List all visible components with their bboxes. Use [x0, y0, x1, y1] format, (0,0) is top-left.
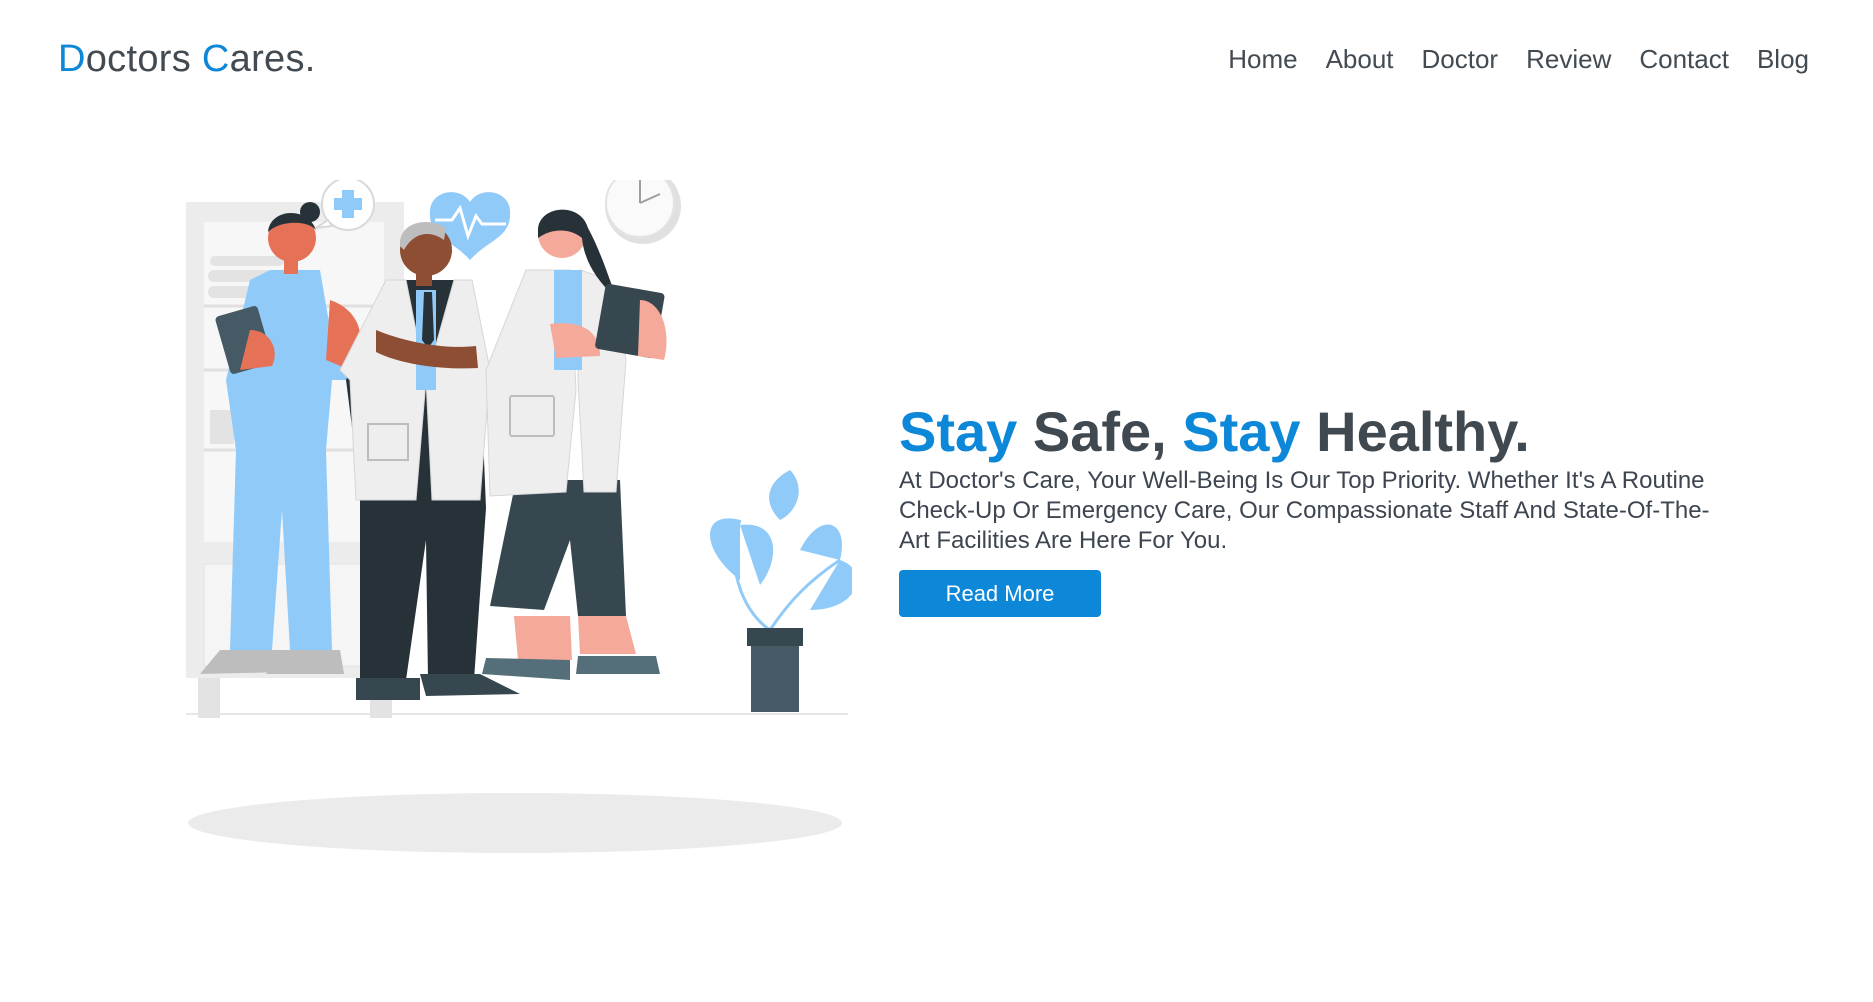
nav-link-contact[interactable]: Contact: [1639, 44, 1729, 75]
read-more-button[interactable]: Read More: [899, 570, 1101, 617]
nav-link-review[interactable]: Review: [1526, 44, 1611, 75]
logo-text-part1: octors: [85, 38, 202, 80]
nav-link-about[interactable]: About: [1326, 44, 1394, 75]
clock-icon: [605, 180, 681, 244]
doctors-illustration: [186, 180, 852, 853]
female-doctor-figure: [482, 209, 667, 680]
navbar: Doctors Cares. Home About Doctor Review …: [0, 0, 1873, 120]
logo-letter-d: D: [58, 38, 86, 80]
hero-description: At Doctor's Care, Your Well-Being Is Our…: [899, 467, 1710, 554]
nav-link-doctor[interactable]: Doctor: [1422, 44, 1499, 75]
hero-text: Stay Safe, Stay Healthy. At Doctor's Car…: [899, 398, 1739, 617]
hero-title-word-4: Healthy.: [1300, 400, 1530, 463]
hero-title-word-2: Safe,: [1017, 400, 1183, 463]
logo-letter-c: C: [201, 38, 230, 80]
logo-text-part2: ares.: [229, 38, 316, 80]
site-logo[interactable]: Doctors Cares.: [58, 38, 316, 81]
potted-plant: [710, 470, 852, 712]
nav-link-home[interactable]: Home: [1228, 44, 1297, 75]
hero-title: Stay Safe, Stay Healthy.: [899, 398, 1739, 466]
main-nav: Home About Doctor Review Contact Blog: [1228, 44, 1809, 75]
hero-title-word-3: Stay: [1182, 400, 1301, 463]
floor-shadow: [188, 793, 842, 853]
plus-speech-bubble-icon: [315, 180, 375, 231]
hero-title-word-1: Stay: [899, 400, 1018, 463]
nav-link-blog[interactable]: Blog: [1757, 44, 1809, 75]
